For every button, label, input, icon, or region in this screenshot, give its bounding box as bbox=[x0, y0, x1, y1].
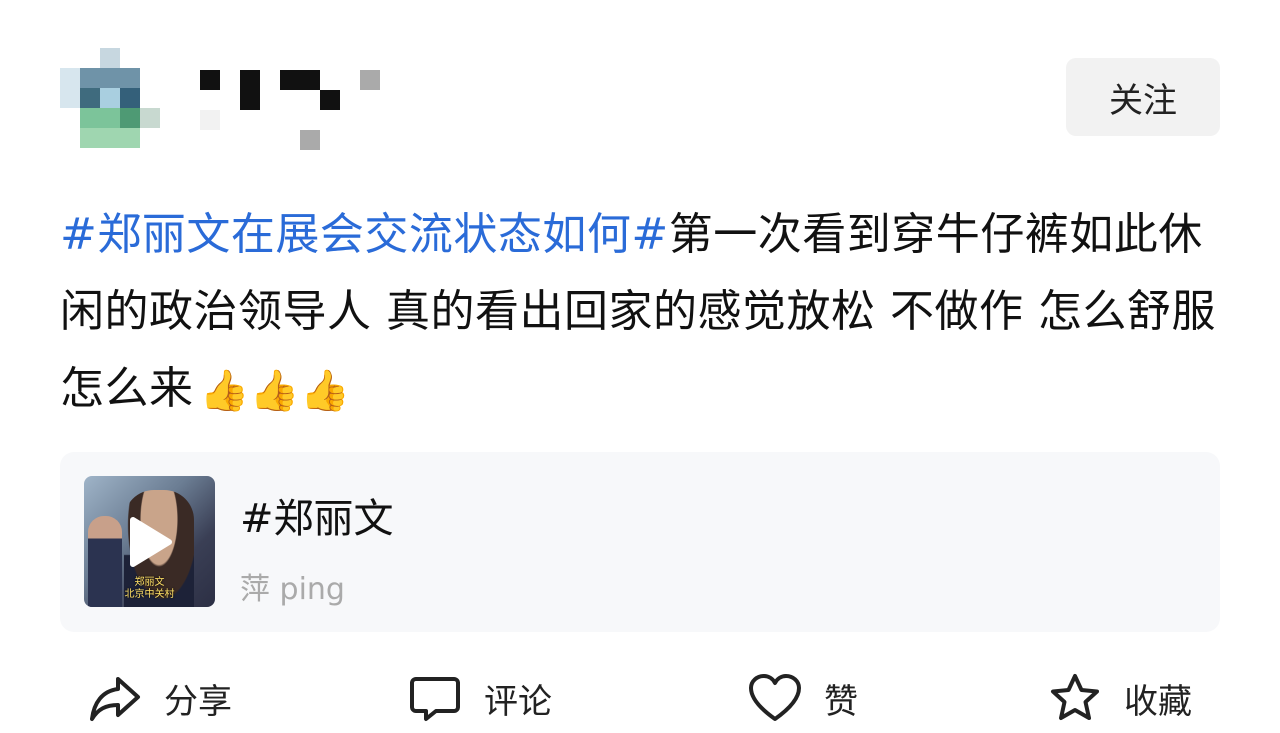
share-button[interactable]: 分享 bbox=[88, 668, 232, 728]
post-text: #郑丽文在展会交流状态如何#第一次看到穿牛仔裤如此休闲的政治领导人 真的看出回家… bbox=[60, 196, 1225, 430]
comment-icon bbox=[410, 677, 460, 721]
heart-icon bbox=[749, 674, 801, 721]
comment-button[interactable]: 评论 bbox=[408, 668, 552, 728]
follow-button[interactable]: 关注 bbox=[1066, 58, 1220, 136]
like-label: 赞 bbox=[824, 681, 858, 722]
star-icon bbox=[1051, 674, 1099, 720]
share-icon bbox=[90, 677, 140, 721]
avatar[interactable] bbox=[60, 48, 160, 148]
video-author: 萍 ping bbox=[240, 572, 345, 607]
share-label: 分享 bbox=[164, 681, 232, 722]
like-button[interactable]: 赞 bbox=[748, 668, 858, 728]
action-bar: 分享 评论 赞 收藏 bbox=[0, 660, 1280, 733]
post-page: 关注 #郑丽文在展会交流状态如何#第一次看到穿牛仔裤如此休闲的政治领导人 真的看… bbox=[0, 0, 1280, 733]
video-thumbnail[interactable]: 郑丽文 北京中关村 bbox=[84, 476, 215, 607]
topic-hashtag-link[interactable]: #郑丽文在展会交流状态如何# bbox=[60, 209, 669, 260]
comment-label: 评论 bbox=[484, 681, 552, 722]
play-icon[interactable] bbox=[127, 516, 173, 568]
username-pixelated[interactable] bbox=[195, 65, 385, 150]
post-header: 关注 bbox=[0, 0, 1280, 160]
favorite-label: 收藏 bbox=[1124, 681, 1192, 722]
video-card[interactable]: 郑丽文 北京中关村 #郑丽文 萍 ping bbox=[60, 452, 1220, 632]
thumbnail-caption: 郑丽文 北京中关村 bbox=[124, 577, 175, 600]
video-title[interactable]: #郑丽文 bbox=[240, 486, 394, 544]
favorite-button[interactable]: 收藏 bbox=[1048, 668, 1192, 728]
thumbs-up-emoji: 👍👍👍 bbox=[199, 367, 351, 414]
